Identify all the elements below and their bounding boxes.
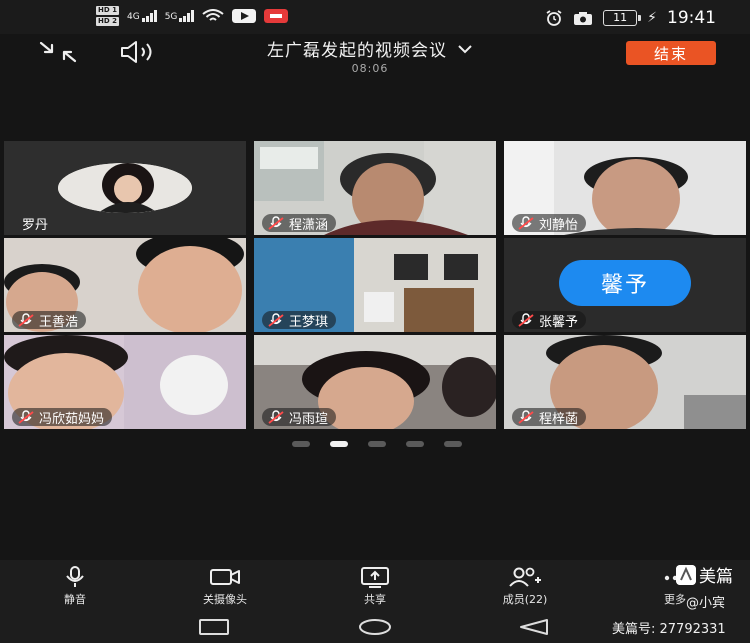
camera-icon: [210, 569, 240, 585]
participant-name-bar: 王善浩: [12, 311, 87, 330]
page-dot[interactable]: [406, 441, 424, 447]
back-icon[interactable]: [517, 618, 551, 636]
participant-tile[interactable]: 王善浩: [4, 238, 246, 332]
participant-name-bar: 程梓菡: [512, 408, 587, 427]
mic-muted-icon: [18, 410, 34, 424]
video-grid: 罗丹 程潇涵 刘静怡 王善浩 王梦琪 馨予 张馨予 冯欣茹妈妈 冯雨瑄 程梓菡: [4, 141, 746, 429]
mute-button[interactable]: 静音: [20, 566, 130, 607]
page-dot[interactable]: [292, 441, 310, 447]
participant-name: 冯欣茹妈妈: [39, 411, 105, 427]
home-icon[interactable]: [357, 618, 393, 636]
page-dot[interactable]: [368, 441, 386, 447]
alarm-icon: [546, 10, 562, 26]
camera-off-button[interactable]: 关摄像头: [170, 566, 280, 607]
share-label: 共享: [364, 593, 386, 606]
participant-name: 刘静怡: [539, 217, 579, 233]
participant-tile[interactable]: 罗丹: [4, 141, 246, 235]
clock: 19:41: [667, 8, 716, 28]
brand-logo-icon: [676, 564, 696, 585]
chevron-down-icon[interactable]: [457, 44, 473, 54]
participant-name-bar: 冯雨瑄: [262, 408, 337, 427]
wifi-icon: [202, 9, 225, 21]
meeting-toolbar: 静音 关摄像头 共享 成员(22) 更多: [0, 560, 750, 610]
meeting-title: 左广磊发起的视频会议: [267, 41, 447, 61]
share-button[interactable]: 共享: [320, 566, 430, 607]
recent-apps-icon[interactable]: [198, 618, 230, 636]
microphone-icon: [66, 566, 84, 587]
screen-share-icon: [361, 567, 389, 588]
participant-name-bar: 刘静怡: [512, 214, 587, 233]
participant-avatar: 馨予: [559, 260, 691, 306]
participant-name-bar: 张馨予: [512, 311, 587, 330]
participant-name-bar: 王梦琪: [262, 311, 337, 330]
participant-tile[interactable]: 王梦琪: [254, 238, 496, 332]
post-id-watermark: 美篇号: 27792331: [612, 622, 726, 637]
participant-name: 冯雨瑄: [289, 411, 329, 427]
participant-avatar: [58, 163, 192, 213]
camera-status-icon: [574, 11, 593, 25]
notification-app-icon: [264, 9, 289, 23]
signal-icon: 4G: [127, 10, 157, 22]
minimize-window-icon[interactable]: [38, 40, 78, 64]
end-meeting-button[interactable]: 结束: [626, 41, 716, 65]
participant-name: 王梦琪: [289, 314, 329, 330]
participant-name-bar: 程潇涵: [262, 214, 337, 233]
page-dot-active[interactable]: [330, 441, 348, 447]
participant-tile[interactable]: 冯欣茹妈妈: [4, 335, 246, 429]
participant-tile[interactable]: 馨予 张馨予: [504, 238, 746, 332]
mic-muted-icon: [18, 313, 34, 327]
mute-label: 静音: [64, 593, 86, 606]
avatar-initials: 馨予: [600, 273, 649, 298]
battery-icon: 11: [603, 10, 642, 26]
members-label: 成员(22): [502, 593, 548, 606]
hd1-badge: HD 1: [96, 6, 119, 15]
mic-muted-icon: [268, 410, 284, 424]
mic-muted-icon: [518, 216, 534, 230]
mic-muted-icon: [518, 410, 534, 424]
hd2-badge: HD 2: [96, 17, 119, 26]
participant-tile[interactable]: 程潇涵: [254, 141, 496, 235]
meeting-header: 左广磊发起的视频会议 08:06 结束: [0, 34, 750, 75]
camera-label: 关摄像头: [203, 593, 247, 606]
brand-name: 美篇: [699, 567, 733, 587]
author-watermark: @小宾: [686, 596, 726, 611]
participant-name-bar: 冯欣茹妈妈: [12, 408, 113, 427]
speaker-icon[interactable]: [118, 39, 164, 65]
page-indicator: [292, 441, 462, 447]
members-icon: [509, 567, 541, 587]
mic-muted-icon: [518, 313, 534, 327]
participant-name-bar: 罗丹: [12, 214, 56, 233]
brand-watermark: 美篇: [676, 562, 733, 587]
participant-name: 罗丹: [22, 217, 49, 233]
meeting-duration: 08:06: [351, 62, 389, 75]
page-dot[interactable]: [444, 441, 462, 447]
participant-name: 程潇涵: [289, 217, 329, 233]
signal-icon-2: 5G: [165, 10, 195, 22]
participant-tile[interactable]: 刘静怡: [504, 141, 746, 235]
participant-tile[interactable]: 冯雨瑄: [254, 335, 496, 429]
mic-muted-icon: [268, 216, 284, 230]
meeting-title-area[interactable]: 左广磊发起的视频会议 08:06: [200, 36, 540, 75]
participant-tile[interactable]: 程梓菡: [504, 335, 746, 429]
participant-name: 王善浩: [39, 314, 79, 330]
charging-icon: ⚡: [647, 10, 657, 26]
mic-muted-icon: [268, 313, 284, 327]
participant-name: 张馨予: [539, 314, 579, 330]
participant-name: 程梓菡: [539, 411, 579, 427]
video-app-icon: [232, 9, 257, 23]
members-button[interactable]: 成员(22): [470, 566, 580, 607]
status-bar: HD 1 HD 2 4G 5G 11 ⚡ 19:41: [0, 0, 750, 34]
